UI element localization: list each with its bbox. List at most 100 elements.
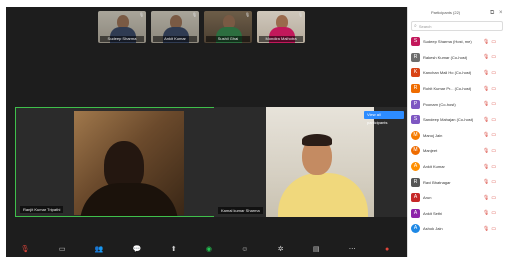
video-off-icon: ▭ — [491, 38, 497, 45]
mic-muted-icon: 🎙 — [483, 132, 490, 139]
video-off-icon: ▭ — [491, 147, 497, 154]
participant-name: Poonam (Co-host) — [423, 101, 456, 107]
avatar: M — [411, 130, 420, 140]
thumbnail-name: Ankit Kumar — [153, 36, 197, 42]
avatar: R — [411, 52, 420, 62]
participant-name: Ravi Bhatnagar — [423, 179, 451, 185]
participant-row[interactable]: S Sandeep Mahajan (Co-host) 🎙 ▭ — [408, 112, 506, 128]
thumbnail-tile[interactable]: 🎙 Sudeep Sharma — [98, 11, 146, 43]
participant-row[interactable]: R Rakesh Kumar (Co-host) 🎙 ▭ — [408, 50, 506, 66]
participant-row[interactable]: M Manjeet 🎙 ▭ — [408, 143, 506, 159]
avatar: A — [411, 208, 420, 218]
mic-muted-icon: 🎙 — [483, 210, 490, 217]
avatar: R — [411, 177, 420, 187]
participant-list: S Sudeep Sharma (Host, me) 🎙 ▭ R Rakesh Kumar… — [408, 34, 506, 237]
mic-icon: 🎙 — [298, 12, 304, 17]
mic-icon: 🎙 — [245, 12, 251, 17]
participant-row[interactable]: A Ashok Jain 🎙 ▭ — [408, 221, 506, 237]
video-off-icon: ▭ — [491, 69, 497, 76]
panel-header: Participants (22) ⧉ × — [408, 7, 506, 21]
chat-icon[interactable]: 💬 — [133, 245, 142, 255]
video-off-icon: ▭ — [491, 101, 497, 108]
camera-feed — [74, 111, 184, 216]
video-off-icon: ▭ — [491, 194, 497, 201]
search-placeholder: Search — [418, 23, 432, 29]
participant-row[interactable]: P Poonam (Co-host) 🎙 ▭ — [408, 96, 506, 112]
video-off-icon: ▭ — [491, 225, 497, 232]
mic-muted-icon: 🎙 — [483, 163, 490, 170]
participant-row[interactable]: R Rohit Kumar Pr... (Co-host) 🎙 ▭ — [408, 81, 506, 97]
zoom-meeting-window: 🎙 Sudeep Sharma 🎙 Ankit Kumar 🎙 Sushil G… — [6, 7, 506, 257]
camera-feed — [266, 107, 374, 217]
mic-muted-icon: 🎙 — [483, 194, 490, 201]
avatar: S — [411, 37, 420, 47]
share-screen-icon[interactable]: ⬆ — [171, 245, 177, 255]
participant-name: Ankit Kumar — [423, 164, 445, 170]
thumbnail-tile[interactable]: 🎙 Mondira Malhotra — [257, 11, 305, 43]
avatar: P — [411, 99, 420, 109]
participant-row[interactable]: K Kanchan Mali Ho (Co-host) 🎙 ▭ — [408, 65, 506, 81]
participant-name: Ashok Jain — [423, 226, 443, 232]
participant-row[interactable]: A Ankit Sethi 🎙 ▭ — [408, 206, 506, 222]
video-off-icon: ▭ — [491, 163, 497, 170]
thumbnail-tile[interactable]: 🎙 Ankit Kumar — [151, 11, 199, 43]
avatar: A — [411, 224, 420, 234]
mic-icon: 🎙 — [139, 12, 145, 17]
mic-muted-icon: 🎙 — [483, 69, 490, 76]
search-input[interactable]: ⌕ Search — [411, 21, 503, 31]
avatar: M — [411, 146, 420, 156]
video-tile-name: Ranjit Kumar Tripathi — [20, 206, 64, 213]
mic-muted-icon: 🎙 — [483, 101, 490, 108]
participant-name: Rohit Kumar Pr... (Co-host) — [423, 86, 472, 92]
whiteboard-icon[interactable]: ▤ — [313, 245, 320, 255]
participants-icon[interactable]: 👥 — [95, 245, 104, 255]
participant-row[interactable]: A Arun 🎙 ▭ — [408, 190, 506, 206]
video-tile-active-speaker[interactable]: Ranjit Kumar Tripathi — [15, 107, 215, 217]
end-icon[interactable]: ● — [385, 245, 389, 255]
close-icon[interactable]: × — [499, 9, 503, 17]
thumbnail-name: Sudeep Sharma — [100, 36, 144, 42]
apps-icon[interactable]: ✲ — [278, 245, 284, 255]
video-off-icon: ▭ — [491, 85, 497, 92]
thumbnail-name: Mondira Malhotra — [259, 36, 303, 42]
reactions-icon[interactable]: ☺ — [241, 245, 248, 255]
mic-muted-icon: 🎙 — [483, 85, 490, 92]
participant-row[interactable]: M Manoj Jain 🎙 ▭ — [408, 128, 506, 144]
video-tile-name: Kamal kumar Sharma — [218, 207, 263, 214]
popout-icon[interactable]: ⧉ — [490, 9, 494, 17]
participant-name: Manoj Jain — [423, 132, 443, 138]
thumbnail-tile[interactable]: 🎙 Sushil Ghai — [204, 11, 252, 43]
mic-muted-icon: 🎙 — [483, 147, 490, 154]
record-icon[interactable]: ◉ — [206, 245, 212, 255]
meeting-area: 🎙 Sudeep Sharma 🎙 Ankit Kumar 🎙 Sushil G… — [6, 7, 414, 257]
video-icon[interactable]: ▭ — [59, 245, 66, 255]
panel-title: Participants (22) — [431, 10, 461, 15]
video-off-icon: ▭ — [491, 132, 497, 139]
mic-muted-icon: 🎙 — [483, 116, 490, 123]
video-off-icon: ▭ — [491, 210, 497, 217]
avatar: A — [411, 162, 420, 172]
participant-name: Kanchan Mali Ho (Co-host) — [423, 70, 472, 76]
mic-muted-icon: 🎙 — [483, 54, 490, 61]
mic-muted-icon[interactable]: 🎙 — [21, 245, 30, 255]
participant-name: Sandeep Mahajan (Co-host) — [423, 117, 474, 123]
search-icon: ⌕ — [414, 23, 417, 29]
view-participants-button[interactable]: View all participants — [364, 111, 404, 125]
video-off-icon: ▭ — [491, 116, 497, 123]
participant-row[interactable]: S Sudeep Sharma (Host, me) 🎙 ▭ — [408, 34, 506, 50]
video-off-icon: ▭ — [491, 179, 497, 186]
participant-torso — [278, 173, 368, 217]
participant-name: Arun — [423, 195, 432, 201]
participant-row[interactable]: R Ravi Bhatnagar 🎙 ▭ — [408, 174, 506, 190]
more-icon[interactable]: ⋯ — [349, 245, 356, 255]
avatar: K — [411, 68, 420, 78]
meeting-toolbar: 🎙 ▭ 👥 💬 ⬆ ◉ ☺ ✲ ▤ ⋯ ● — [6, 243, 404, 257]
mic-icon: 🎙 — [192, 12, 198, 17]
participant-name: Rakesh Kumar (Co-host) — [423, 54, 468, 60]
participant-row[interactable]: A Ankit Kumar 🎙 ▭ — [408, 159, 506, 175]
avatar: A — [411, 193, 420, 203]
avatar: S — [411, 115, 420, 125]
avatar: R — [411, 84, 420, 94]
thumbnail-strip: 🎙 Sudeep Sharma 🎙 Ankit Kumar 🎙 Sushil G… — [98, 11, 305, 43]
participant-name: Sudeep Sharma (Host, me) — [423, 39, 472, 45]
